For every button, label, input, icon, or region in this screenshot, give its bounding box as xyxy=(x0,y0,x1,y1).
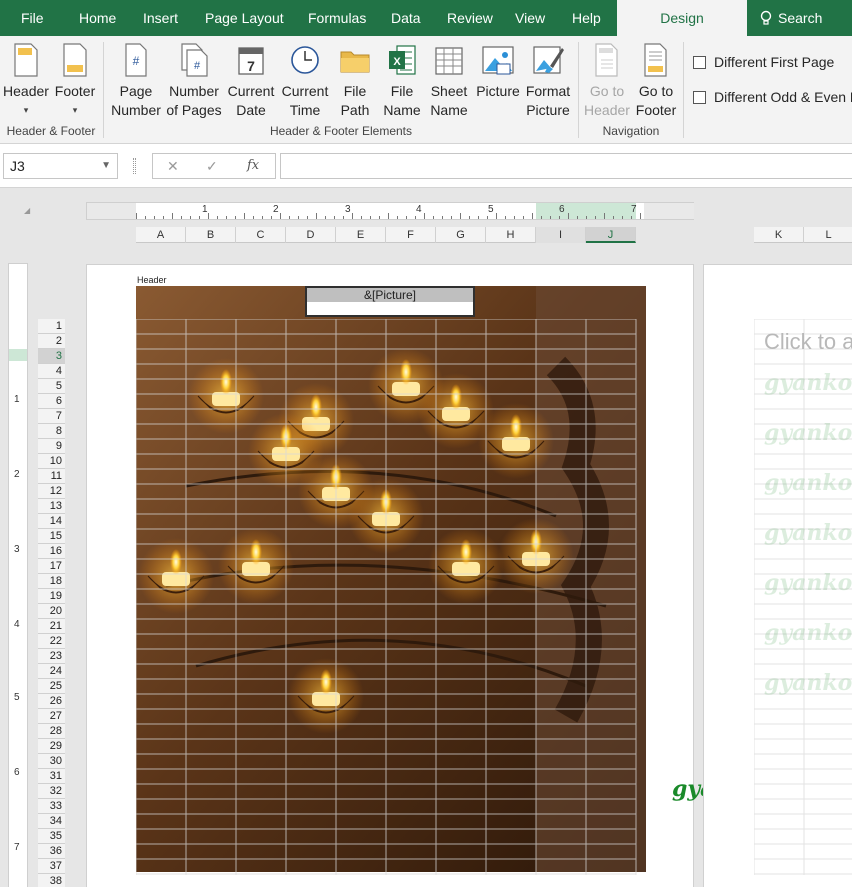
formula-buttons: ✕ ✓ fx xyxy=(152,153,276,179)
go-to-header-label-1: Go to xyxy=(589,83,625,99)
page-number-label-2: Number xyxy=(111,102,161,118)
group-separator xyxy=(683,42,684,138)
go-to-footer-label-2: Footer xyxy=(635,102,677,118)
formula-bar: J3 ▼ ✕ ✓ fx xyxy=(0,144,852,188)
footer-icon xyxy=(63,43,87,77)
number-of-pages-label-1: Number xyxy=(169,83,219,99)
current-date-label-2: Date xyxy=(236,102,266,118)
ribbon-tab-bar: File Home Insert Page Layout Formulas Da… xyxy=(0,0,852,36)
header-icon xyxy=(14,43,38,77)
format-picture-icon xyxy=(533,46,564,74)
folder-icon xyxy=(340,51,370,73)
sheet-name-button[interactable]: Sheet Name xyxy=(427,42,471,120)
current-time-label-2: Time xyxy=(289,102,321,118)
go-to-header-icon xyxy=(595,43,618,77)
sheet-icon xyxy=(435,47,463,75)
svg-text:#: # xyxy=(133,54,140,68)
enter-icon[interactable]: ✓ xyxy=(206,158,218,175)
svg-text:#: # xyxy=(194,60,201,72)
chevron-down-icon[interactable]: ▼ xyxy=(101,154,111,178)
different-first-page-checkbox[interactable]: Different First Page xyxy=(693,54,834,70)
search-label: Search xyxy=(778,10,823,26)
resize-handle[interactable] xyxy=(133,158,136,174)
formula-input[interactable] xyxy=(280,153,852,179)
go-to-header-label-2: Header xyxy=(584,102,630,118)
clock-icon xyxy=(291,46,319,74)
current-time-button[interactable]: Current Time xyxy=(279,42,331,120)
calendar-icon: 7 xyxy=(238,47,264,75)
go-to-footer-label-1: Go to xyxy=(638,83,674,99)
go-to-header-button[interactable]: Go to Header xyxy=(584,42,630,120)
file-path-label-2: Path xyxy=(340,102,370,118)
format-picture-label-2: Picture xyxy=(526,102,570,118)
different-odd-even-label: Different Odd & Even Pages xyxy=(714,89,852,105)
name-box-value: J3 xyxy=(10,158,25,174)
tab-home[interactable]: Home xyxy=(79,0,116,36)
footer-label: Footer xyxy=(54,83,96,99)
number-of-pages-label-2: of Pages xyxy=(166,102,222,118)
sheet-name-label-2: Name xyxy=(430,102,468,118)
chevron-down-icon: ▾ xyxy=(23,105,29,115)
sheet-name-label-1: Sheet xyxy=(430,83,468,99)
different-first-page-label: Different First Page xyxy=(714,54,835,70)
cancel-icon[interactable]: ✕ xyxy=(167,158,179,175)
file-path-button[interactable]: File Path xyxy=(334,42,376,120)
group-label-header-footer: Header & Footer xyxy=(6,124,96,138)
search-tab[interactable]: Search xyxy=(758,0,822,36)
lightbulb-icon xyxy=(760,10,772,25)
tab-data[interactable]: Data xyxy=(391,0,421,36)
page-number-label-1: Page xyxy=(119,83,153,99)
different-odd-even-checkbox[interactable]: Different Odd & Even Pages xyxy=(693,89,852,105)
page-number-icon: # xyxy=(125,43,147,77)
format-picture-button[interactable]: Format Picture xyxy=(522,42,574,120)
go-to-footer-icon xyxy=(644,43,667,77)
name-box[interactable]: J3 ▼ xyxy=(3,153,118,179)
group-label-elements: Header & Footer Elements xyxy=(269,124,413,138)
checkbox-box[interactable] xyxy=(693,91,706,104)
excel-file-icon: X xyxy=(389,45,416,75)
file-path-label-1: File xyxy=(343,83,367,99)
worksheet-area: ◢ 1 2 3 4 5 6 7 A B C D E F G H I J K L … xyxy=(0,188,852,887)
annotation-arrow xyxy=(0,188,852,887)
svg-text:7: 7 xyxy=(247,58,255,74)
number-of-pages-button[interactable]: # Number of Pages xyxy=(166,42,222,120)
header-button[interactable]: Header ▾ xyxy=(3,42,49,120)
current-time-label-1: Current xyxy=(281,83,329,99)
picture-button[interactable]: Picture xyxy=(474,42,522,101)
tab-design[interactable]: Design xyxy=(617,0,747,36)
page-number-button[interactable]: # Page Number xyxy=(110,42,162,120)
footer-button[interactable]: Footer ▾ xyxy=(53,42,97,120)
current-date-button[interactable]: 7 Current Date xyxy=(225,42,277,120)
tab-insert[interactable]: Insert xyxy=(143,0,178,36)
checkbox-box[interactable] xyxy=(693,56,706,69)
tab-formulas[interactable]: Formulas xyxy=(308,0,366,36)
ribbon: Header ▾ Footer ▾ Header & Footer # Page… xyxy=(0,36,852,144)
picture-icon xyxy=(482,46,514,75)
tab-view[interactable]: View xyxy=(515,0,545,36)
file-name-button[interactable]: X File Name xyxy=(380,42,424,120)
chevron-down-icon: ▾ xyxy=(72,105,78,115)
go-to-footer-button[interactable]: Go to Footer xyxy=(633,42,679,120)
group-label-navigation: Navigation xyxy=(602,124,660,138)
group-separator xyxy=(578,42,579,138)
insert-function-icon[interactable]: fx xyxy=(247,158,259,173)
file-name-label-1: File xyxy=(390,83,414,99)
format-picture-label-1: Format xyxy=(525,83,571,99)
picture-label: Picture xyxy=(476,83,520,99)
tab-page-layout[interactable]: Page Layout xyxy=(205,0,284,36)
tab-review[interactable]: Review xyxy=(447,0,493,36)
svg-text:X: X xyxy=(393,56,401,68)
tab-help[interactable]: Help xyxy=(572,0,601,36)
current-date-label-1: Current xyxy=(227,83,275,99)
header-label: Header xyxy=(3,83,49,99)
tab-file[interactable]: File xyxy=(21,0,44,36)
file-name-label-2: Name xyxy=(383,102,421,118)
number-of-pages-icon: # xyxy=(181,43,208,77)
